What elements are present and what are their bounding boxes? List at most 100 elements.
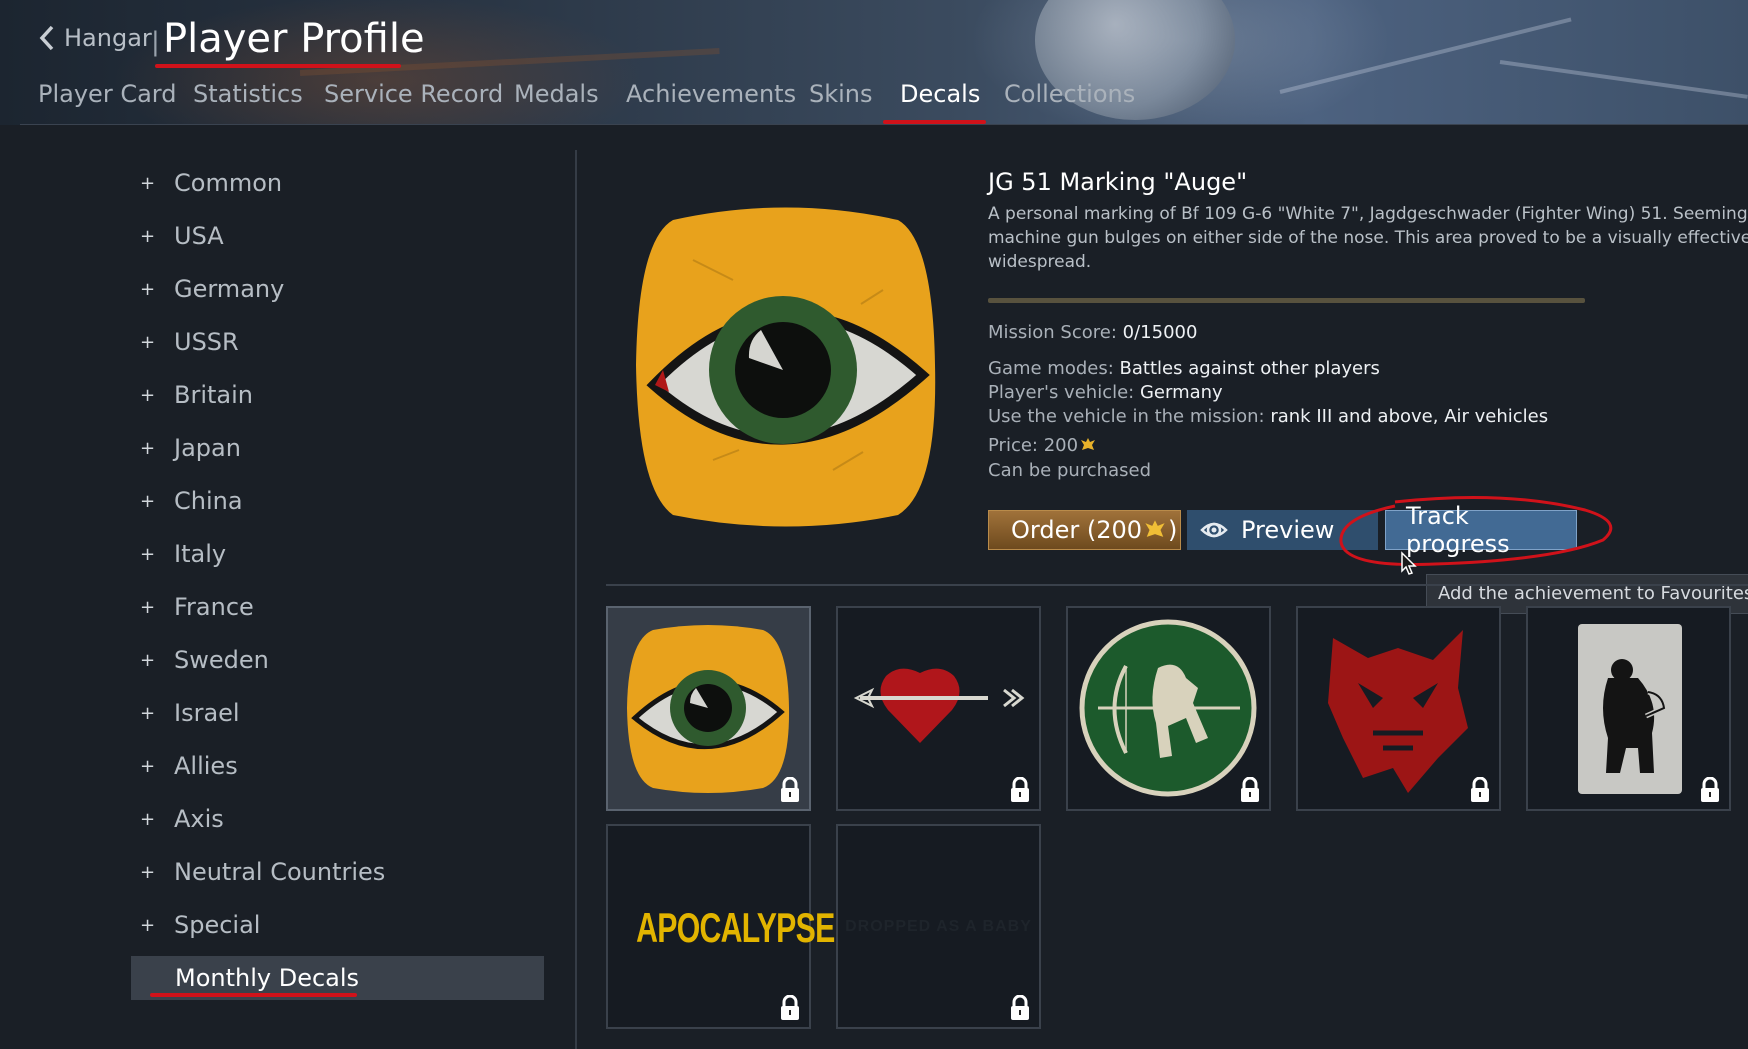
grid-divider	[606, 584, 1748, 586]
category-label: Israel	[174, 699, 240, 727]
expand-plus-icon: +	[140, 543, 156, 565]
chevron-left-icon	[39, 25, 54, 51]
category-label: France	[174, 593, 254, 621]
apocalypse-decal-text: APOCALYPSE	[636, 904, 835, 951]
title-annotation-underline	[155, 64, 401, 68]
back-to-hangar-link[interactable]: Hangar	[38, 24, 152, 52]
category-special[interactable]: + Special	[140, 905, 260, 945]
category-label: Monthly Decals	[175, 964, 360, 992]
category-france[interactable]: + France	[140, 587, 254, 627]
preview-button-label: Preview	[1241, 516, 1335, 544]
category-axis[interactable]: + Axis	[140, 799, 224, 839]
tab-player-card[interactable]: Player Card	[38, 80, 176, 108]
apocalypse-decal-tile[interactable]: APOCALYPSE	[606, 824, 835, 1029]
category-label: USSR	[174, 328, 239, 356]
order-button-label: Order (200	[1011, 516, 1143, 544]
category-label: China	[174, 487, 243, 515]
category-label: Special	[174, 911, 261, 939]
expand-plus-icon: +	[140, 172, 156, 194]
mouse-cursor-icon	[1401, 551, 1417, 575]
golden-eagle-icon	[1145, 520, 1165, 537]
category-ussr[interactable]: + USSR	[140, 322, 239, 362]
mission-vehicle-row: Use the vehicle in the mission: rank III…	[988, 406, 1548, 427]
category-italy[interactable]: + Italy	[140, 534, 226, 574]
price-row: Price: 200	[988, 435, 1096, 456]
tab-collections[interactable]: Collections	[1004, 80, 1135, 108]
category-label: USA	[174, 222, 224, 250]
horse-archer-decal-tile[interactable]	[1066, 606, 1271, 811]
eye-decal-preview-image	[636, 207, 936, 527]
expand-plus-icon: +	[140, 331, 156, 353]
player-vehicle-value: Germany	[1139, 382, 1223, 403]
category-label: Sweden	[174, 646, 269, 674]
category-usa[interactable]: + USA	[140, 216, 224, 256]
page-title: Player Profile	[163, 16, 425, 62]
game-modes-label: Game modes:	[988, 358, 1114, 379]
category-britain[interactable]: + Britain	[140, 375, 253, 415]
dropped-as-a-baby-decal-tile[interactable]: DROPPED AS A BABY	[836, 824, 1041, 1029]
category-china[interactable]: + China	[140, 481, 243, 521]
category-label: Italy	[174, 540, 227, 568]
decal-category-sidebar: + Common + USA + Germany + USSR + Britain + Ja…	[0, 140, 575, 1049]
category-israel[interactable]: + Israel	[140, 693, 240, 733]
expand-plus-icon: +	[140, 225, 156, 247]
breadcrumb-separator: |	[151, 27, 160, 57]
annotation-circle	[1339, 496, 1613, 566]
tab-decals[interactable]: Decals	[900, 80, 980, 108]
mission-score-value: 0/15000	[1122, 322, 1198, 343]
mission-score-row: Mission Score: 0/15000	[988, 322, 1197, 343]
expand-plus-icon: +	[140, 596, 156, 618]
game-modes-row: Game modes: Battles against other player…	[988, 358, 1380, 379]
category-allies[interactable]: + Allies	[140, 746, 238, 786]
lock-icon	[781, 995, 799, 1020]
heart-arrow-decal-tile[interactable]	[836, 606, 1041, 811]
expand-plus-icon: +	[140, 490, 156, 512]
lock-icon	[1011, 777, 1029, 802]
category-japan[interactable]: + Japan	[140, 428, 241, 468]
category-label: Neutral Countries	[174, 858, 386, 886]
mission-score-label: Mission Score:	[988, 322, 1117, 343]
tab-skins[interactable]: Skins	[809, 80, 873, 108]
header-divider	[20, 124, 1748, 125]
expand-plus-icon: +	[140, 437, 156, 459]
red-beast-decal-tile[interactable]	[1296, 606, 1501, 811]
expand-plus-icon: +	[140, 808, 156, 830]
decal-title: JG 51 Marking "Auge"	[988, 168, 1248, 196]
expand-plus-icon: +	[140, 649, 156, 671]
category-germany[interactable]: + Germany	[140, 269, 284, 309]
panel-divider	[575, 150, 577, 1049]
golden-eagle-icon	[1081, 438, 1096, 450]
description-line: machine gun bulges on either side of the…	[988, 228, 1748, 248]
lock-icon	[1011, 995, 1029, 1020]
category-label: Allies	[174, 752, 238, 780]
category-label: Germany	[174, 275, 285, 303]
price-value: 200	[1043, 435, 1079, 456]
expand-plus-icon: +	[140, 861, 156, 883]
mission-vehicle-value: rank III and above, Air vehicles	[1270, 406, 1549, 427]
category-label: Britain	[174, 381, 253, 409]
tab-service-record[interactable]: Service Record	[324, 80, 503, 108]
tab-statistics[interactable]: Statistics	[193, 80, 303, 108]
tab-achievements[interactable]: Achievements	[626, 80, 796, 108]
order-button[interactable]: Order (200 )	[988, 510, 1181, 550]
player-vehicle-label: Player's vehicle:	[988, 382, 1135, 403]
tab-medals[interactable]: Medals	[514, 80, 599, 108]
selected-category-annotation-underline	[150, 993, 357, 997]
lock-icon	[1701, 777, 1719, 802]
decal-description: A personal marking of Bf 109 G-6 "White …	[988, 202, 1748, 274]
expand-plus-icon: +	[140, 755, 156, 777]
mission-vehicle-label: Use the vehicle in the mission:	[988, 406, 1265, 427]
description-line: widespread.	[988, 252, 1092, 272]
category-common[interactable]: + Common	[140, 163, 282, 203]
purchasable-status: Can be purchased	[988, 460, 1152, 481]
mission-progress-bar	[988, 298, 1585, 303]
expand-plus-icon: +	[140, 278, 156, 300]
bear-decal-tile[interactable]	[1526, 606, 1731, 811]
category-sweden[interactable]: + Sweden	[140, 640, 269, 680]
price-label: Price:	[988, 435, 1038, 456]
order-button-close: )	[1168, 516, 1178, 544]
back-label: Hangar	[64, 24, 152, 52]
eye-decal-tile[interactable]	[606, 606, 811, 811]
lock-icon	[781, 777, 799, 802]
category-neutral-countries[interactable]: + Neutral Countries	[140, 852, 385, 892]
